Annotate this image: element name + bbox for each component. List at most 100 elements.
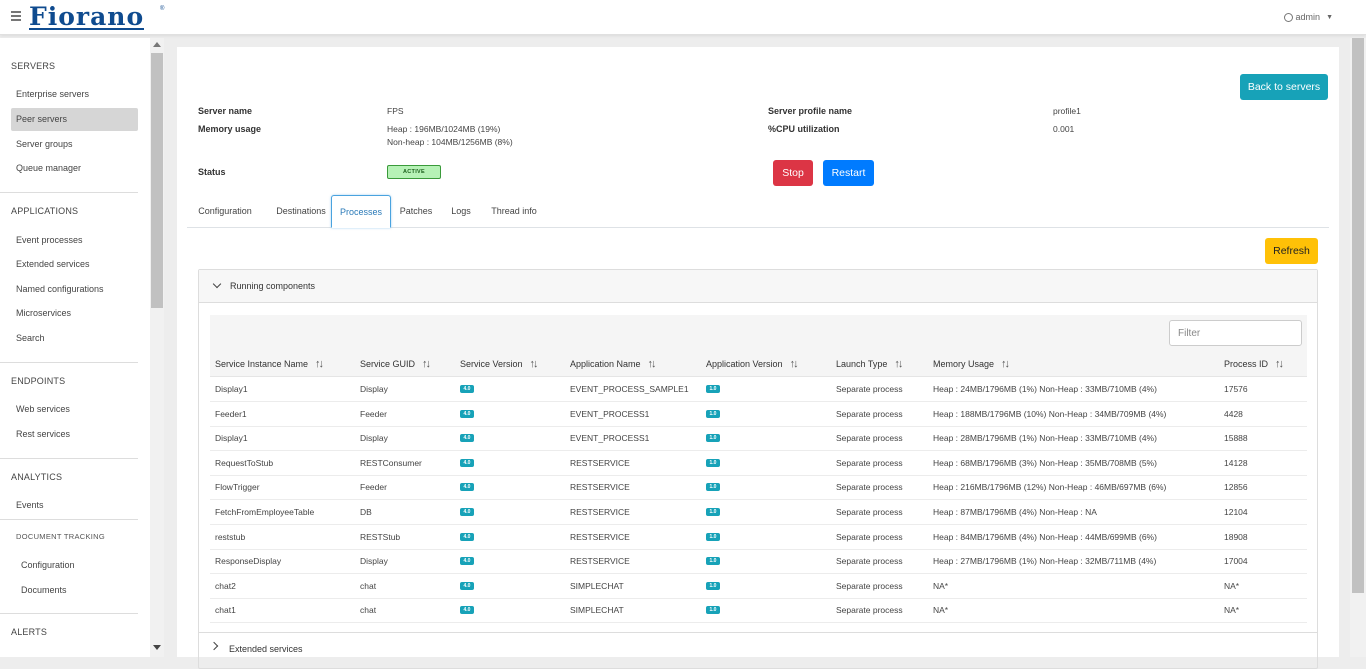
col-launch-type[interactable]: Launch Type ↑↓ (836, 358, 903, 370)
table-cell-guid: Display (360, 433, 388, 444)
filter-input[interactable] (1169, 320, 1302, 346)
tab-configuration[interactable]: Configuration (192, 195, 258, 228)
col-label: Application Version (706, 359, 783, 369)
table-cell-pid: 14128 (1224, 457, 1248, 468)
col-label: Launch Type (836, 359, 888, 369)
table-row: chat1 chat 4.0 SIMPLECHAT 1.0 Separate proces… (210, 598, 1307, 624)
tab-destinations[interactable]: Destinations (267, 195, 335, 228)
version-badge: 1.0 (706, 385, 720, 393)
sidebar-item-dt-documents[interactable]: Documents (21, 585, 67, 595)
table-row: Display1 Display 4.0 EVENT_PROCESS_SAMPLE1 1… (210, 377, 1307, 402)
version-badge: 4.0 (460, 483, 474, 492)
col-application-version[interactable]: Application Version ↑↓ (706, 358, 799, 370)
sidebar-item-events[interactable]: Events (11, 494, 138, 517)
sidebar-section-servers: SERVERS (11, 61, 56, 71)
col-service-guid[interactable]: Service GUID ↑↓ (360, 358, 431, 370)
table-cell-launch: Separate process (836, 384, 903, 394)
tab-thread-info[interactable]: Thread info (486, 195, 542, 228)
page-scroll-thumb[interactable] (1352, 38, 1364, 593)
sidebar-scroll-thumb[interactable] (151, 53, 163, 308)
server-name-value: FPS (387, 106, 404, 116)
table-cell-guid: RESTConsumer (360, 457, 422, 468)
col-process-id[interactable]: Process ID ↑↓ (1224, 358, 1284, 370)
sidebar-item-server-groups[interactable]: Server groups (11, 133, 138, 156)
table-cell-pid: 17004 (1224, 556, 1248, 567)
col-application-name[interactable]: Application Name ↑↓ (570, 358, 657, 370)
sort-icon[interactable]: ↑↓ (894, 358, 903, 370)
sidebar-item-web-services[interactable]: Web services (11, 398, 138, 421)
table-row: Feeder1 Feeder 4.0 EVENT_PROCESS1 1.0 Separat… (210, 402, 1307, 427)
table-cell-application: EVENT_PROCESS_SAMPLE1 (570, 384, 689, 394)
version-badge: 1.0 (706, 508, 720, 516)
tab-processes[interactable]: Processes (331, 195, 391, 228)
sort-icon[interactable]: ↑↓ (1275, 358, 1284, 370)
version-badge: 1.0 (706, 458, 720, 467)
col-memory-usage[interactable]: Memory Usage ↑↓ (933, 358, 1010, 370)
server-name-label: Server name (198, 106, 253, 116)
table-cell-application: SIMPLECHAT (570, 580, 624, 591)
table-cell-instance: Display1 (215, 384, 248, 394)
refresh-button[interactable]: Refresh (1265, 238, 1318, 264)
table-row: FetchFromEmployeeTable DB 4.0 RESTSERVICE 1.… (210, 500, 1307, 525)
sidebar-item-event-processes[interactable]: Event processes (11, 229, 138, 252)
table-cell-launch: Separate process (836, 507, 903, 517)
tab-patches[interactable]: Patches (396, 195, 436, 228)
page-scrollbar[interactable] (1350, 38, 1366, 657)
sidebar-item-rest-services[interactable]: Rest services (11, 423, 138, 446)
sidebar-item-queue-manager[interactable]: Queue manager (11, 157, 138, 180)
stop-button[interactable]: Stop (773, 160, 813, 186)
sidebar-item-peer-servers[interactable]: Peer servers (11, 108, 138, 131)
sidebar-divider (0, 362, 138, 363)
sidebar-item-named-configurations[interactable]: Named configurations (11, 278, 138, 301)
col-label: Service GUID (360, 359, 416, 369)
sort-icon[interactable]: ↑↓ (422, 358, 431, 370)
table-cell-guid: Display (360, 384, 388, 394)
version-badge: 4.0 (460, 409, 474, 418)
table-cell-memory: Heap : 87MB/1796MB (4%) Non-Heap : NA (933, 507, 1097, 517)
table-cell-launch: Separate process (836, 531, 903, 542)
restart-button[interactable]: Restart (823, 160, 874, 186)
extended-services-title: Extended services (229, 644, 303, 654)
table-cell-memory: Heap : 68MB/1796MB (3%) Non-Heap : 35MB/… (933, 457, 1157, 468)
col-label: Memory Usage (933, 359, 995, 369)
sidebar-scrollbar[interactable] (150, 38, 164, 657)
hamburger-menu-icon[interactable] (11, 11, 21, 21)
extended-services-panel[interactable]: Extended services (198, 632, 1318, 662)
sidebar-item-dt-configuration[interactable]: Configuration (21, 560, 75, 570)
user-menu[interactable]: admin ▼ (1283, 12, 1333, 22)
sidebar-section-endpoints: ENDPOINTS (11, 376, 66, 386)
table-cell-launch: Separate process (836, 605, 903, 616)
scroll-down-icon[interactable] (153, 645, 161, 650)
table-cell-instance: reststub (215, 531, 246, 542)
tab-logs[interactable]: Logs (446, 195, 476, 228)
sidebar-section-alerts: ALERTS (11, 627, 48, 637)
sort-icon[interactable]: ↑↓ (790, 358, 799, 370)
table-cell-pid: 15888 (1224, 433, 1248, 444)
table-cell-pid: NA* (1224, 605, 1240, 616)
table-cell-instance: Display1 (215, 433, 248, 444)
version-badge: 1.0 (706, 581, 720, 590)
running-components-header[interactable]: Running components (199, 270, 1317, 303)
sort-icon[interactable]: ↑↓ (530, 358, 539, 370)
scroll-up-icon[interactable] (153, 42, 161, 47)
col-service-version[interactable]: Service Version ↑↓ (460, 358, 539, 370)
cpu-utilization-label: %CPU utilization (768, 124, 840, 134)
sort-icon[interactable]: ↑↓ (1001, 358, 1010, 370)
sort-icon[interactable]: ↑↓ (648, 358, 657, 370)
version-badge: 1.0 (706, 409, 720, 418)
table-cell-application: RESTSERVICE (570, 556, 630, 567)
sidebar-item-microservices[interactable]: Microservices (11, 302, 138, 325)
back-to-servers-button[interactable]: Back to servers (1240, 74, 1328, 100)
table-cell-instance: FetchFromEmployeeTable (215, 507, 315, 517)
tab-bar: Configuration Destinations Processes Pat… (187, 195, 1329, 228)
table-cell-launch: Separate process (836, 556, 903, 567)
sidebar-item-enterprise-servers[interactable]: Enterprise servers (11, 83, 138, 106)
col-service-instance-name[interactable]: Service Instance Name ↑↓ (215, 358, 324, 370)
table-cell-application: SIMPLECHAT (570, 605, 624, 616)
sort-icon[interactable]: ↑↓ (315, 358, 324, 370)
sidebar-item-search[interactable]: Search (11, 327, 138, 350)
sidebar-item-extended-services[interactable]: Extended services (11, 253, 138, 276)
version-badge: 4.0 (460, 385, 474, 393)
version-badge: 1.0 (706, 434, 720, 443)
col-label: Service Version (460, 359, 523, 369)
